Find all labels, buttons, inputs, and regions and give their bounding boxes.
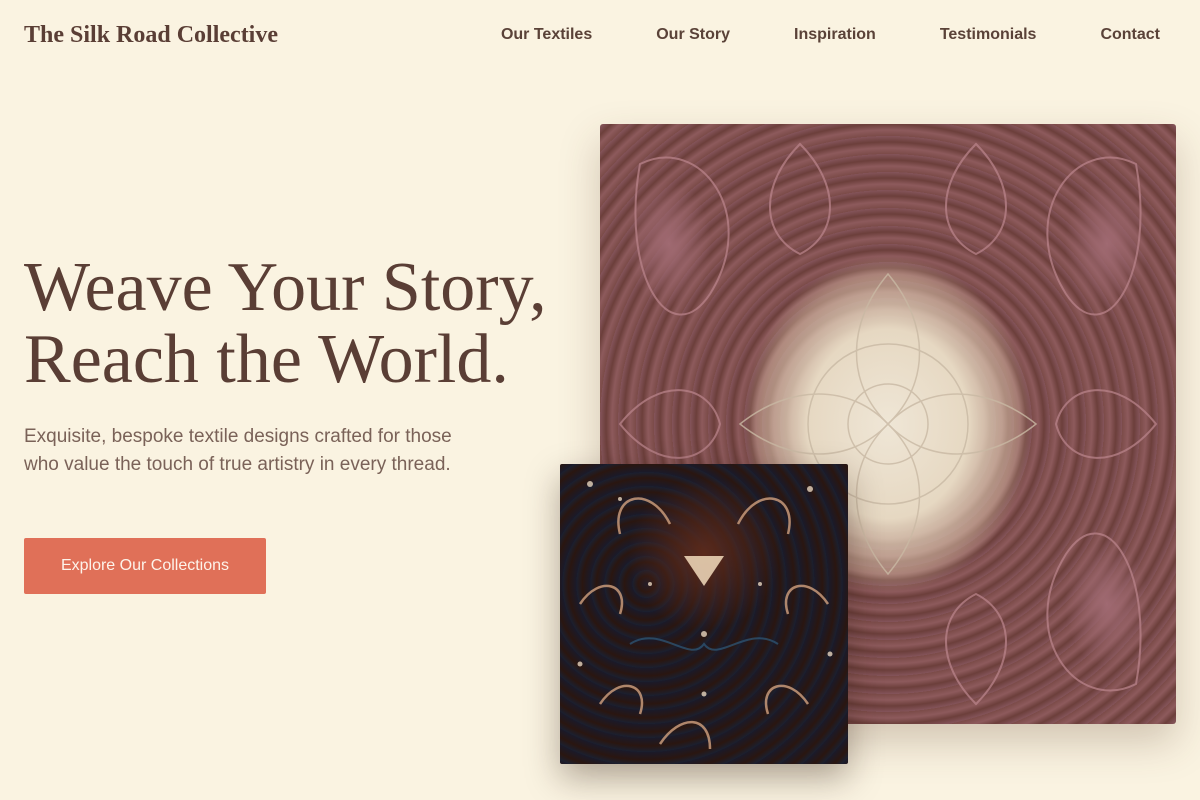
explore-collections-button[interactable]: Explore Our Collections: [24, 538, 266, 594]
hero-subtitle: Exquisite, bespoke textile designs craft…: [24, 426, 452, 475]
hero-title-line-2: Reach the World.: [24, 321, 509, 398]
nav-link-our-story[interactable]: Our Story: [656, 26, 730, 44]
nav-link-testimonials[interactable]: Testimonials: [940, 26, 1037, 44]
hero-title: Weave Your Story, Reach the World.: [24, 252, 547, 396]
hero-title-line-1: Weave Your Story,: [24, 249, 547, 326]
nav-link-contact[interactable]: Contact: [1100, 26, 1160, 44]
nav-link-our-textiles[interactable]: Our Textiles: [501, 26, 592, 44]
batik-pattern-graphic: [577, 481, 833, 750]
brand-logo[interactable]: The Silk Road Collective: [24, 22, 278, 49]
batik-textile-image: [560, 464, 848, 764]
main-nav: Our Textiles Our Story Inspiration Testi…: [501, 26, 1160, 44]
nav-link-inspiration[interactable]: Inspiration: [794, 26, 876, 44]
